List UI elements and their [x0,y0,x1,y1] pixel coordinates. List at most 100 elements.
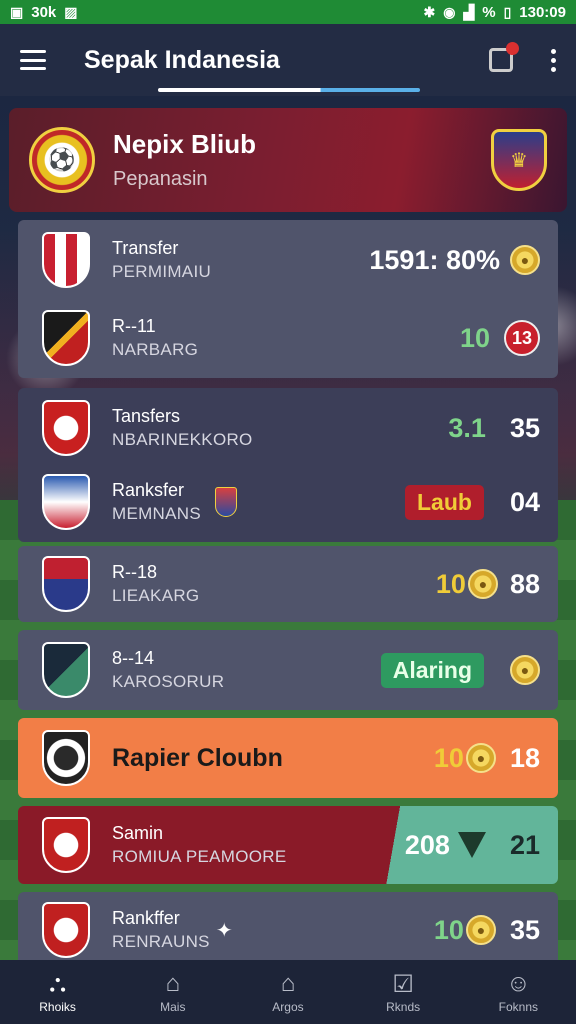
inbox-icon: ☑ [392,971,414,998]
club-crest-icon: ⚽ [29,127,95,193]
club-shield-icon [42,474,90,530]
row-name: R--18 [112,562,158,582]
list-panel: Tansfers NBARINEKKORO 3.1 35 Ranksfer ME… [18,388,558,542]
coin-icon: ● [465,915,496,945]
list-panel: R--18 LIEAKARG 10 ● 88 [18,546,558,622]
house-icon: ⌂ [165,970,181,997]
row-subtitle: RENRAUNS [112,932,210,951]
list-item[interactable]: R--18 LIEAKARG 10 ● 88 [18,544,558,624]
list-item[interactable]: Ranksfer MEMNANS Laub 04 [18,462,558,542]
hamburger-menu-icon[interactable] [20,50,46,70]
club-title: Nepix Bliub [113,129,257,159]
row-score: 10 [435,568,466,599]
row-score: 04 [509,486,540,517]
row-score: 208 [404,829,450,860]
battery-text: % [482,3,496,21]
nav-label: Rknds [386,1000,421,1014]
row-name: Rapier Cloubn [112,743,283,772]
row-name: Rankffer [112,908,180,928]
nav-item-rknds[interactable]: ☑ Rknds [353,970,453,1014]
row-name: 8--14 [112,648,155,668]
nav-label: Rhoiks [39,1000,76,1014]
home-alt-icon: ⛬ [49,970,66,997]
coin-icon: ● [465,743,496,773]
nav-label: Foknns [498,1000,539,1014]
shield-check-icon [457,832,486,858]
row-score-secondary: 88 [509,568,540,599]
signal-icon: ▟ [463,3,475,20]
row-subtitle: NARBARG [112,340,199,359]
club-shield-icon [42,400,90,456]
bottom-navigation: ⛬ Rhoiks ⌂ Mais ⌂ Argos ☑ Rknds ☺ Foknns [0,960,576,1024]
more-options-icon[interactable] [551,48,556,72]
bluetooth-icon: ✱ [423,3,436,20]
list-item[interactable]: Transfer PERMIMAIU 1591: 80% ● [18,220,558,300]
status-pill: Laub [405,484,484,520]
row-name: Ranksfer [112,480,185,500]
club-shield-icon [42,310,90,366]
row-score: 10 [433,914,464,945]
row-score-secondary: 35 [509,914,540,945]
highlighted-list-item[interactable]: Rapier Cloubn 10 ● 18 [18,718,558,798]
row-name: Tansfers [112,406,181,426]
app-bar: Sepak Indanesia [0,24,576,96]
club-shield-icon [42,730,90,786]
row-subtitle: ROMIUA PEAMOORE [112,847,287,866]
row-score: 3.1 [448,412,486,443]
row-score: 10 [433,742,464,773]
row-score: 1591: 80% [369,244,500,275]
coin-icon: ● [467,569,498,599]
row-score-secondary: 35 [509,412,540,443]
list-item[interactable]: Samin ROMIUA PEAMOORE 208 21 [18,806,558,884]
home-outline-icon: ⌂ [280,970,296,997]
sparkle-icon: ✦ [215,919,233,942]
club-shield-icon [42,642,90,698]
app-title: Sepak Indanesia [84,45,280,74]
battery-icon: ▯ [503,3,512,20]
mini-crest-icon [215,487,237,517]
row-subtitle: KAROSORUR [112,672,225,691]
list-item[interactable]: Tansfers NBARINEKKORO 3.1 35 [18,388,558,468]
club-subtitle: Pepanasin [113,168,208,190]
status-bar: ▣ 30k ▨ ✱ ◉ ▟ % ▯ 130:09 [0,0,576,24]
row-subtitle: MEMNANS [112,504,201,523]
tab-indicator [158,88,420,92]
clock: 130:09 [519,3,566,21]
list-panel: 8--14 KAROSORUR Alaring ● [18,630,558,710]
row-subtitle: LIEAKARG [112,586,200,605]
row-subtitle: PERMIMAIU [112,262,212,281]
list-item[interactable]: R--11 NARBARG 10 13 [18,298,558,378]
status-pill: Alaring [380,652,484,688]
league-badge-icon: ♛ [491,129,547,191]
notification-bell-icon[interactable] [489,42,519,72]
nav-label: Argos [272,1000,304,1014]
notification-icon: ▣ [10,3,24,20]
nav-item-mais[interactable]: ⌂ Mais [123,970,223,1014]
coin-icon: ● [510,655,540,685]
image-icon: ▨ [64,3,78,20]
list-panel: Transfer PERMIMAIU 1591: 80% ● R--11 NAR… [18,220,558,378]
club-header-card[interactable]: ⚽ Nepix Bliub Pepanasin ♛ [9,108,567,212]
row-score-secondary: 18 [509,742,540,773]
club-shield-icon [42,556,90,612]
list-panel: Rankffer RENRAUNS ✦ 10 ● 35 [18,892,558,962]
profile-icon: ☺ [506,970,531,997]
count-badge: 13 [504,320,540,356]
nav-label: Mais [160,1000,186,1014]
row-name: Samin [112,823,164,843]
list-item[interactable]: Rankffer RENRAUNS ✦ 10 ● 35 [18,892,558,968]
row-score: 10 [459,322,490,353]
coin-icon: ● [510,245,540,275]
club-shield-icon [42,902,90,958]
nav-item-foknns[interactable]: ☺ Foknns [468,970,568,1014]
club-shield-icon [42,232,90,288]
status-left-text: 30k [31,3,57,21]
list-item[interactable]: 8--14 KAROSORUR Alaring ● [18,630,558,710]
nav-item-rhoiks[interactable]: ⛬ Rhoiks [8,970,108,1014]
row-score-secondary: 21 [509,829,540,860]
wifi-icon: ◉ [443,3,456,20]
row-name: R--11 [112,316,156,336]
nav-item-argos[interactable]: ⌂ Argos [238,970,338,1014]
club-shield-icon [42,817,90,873]
row-subtitle: NBARINEKKORO [112,430,253,449]
